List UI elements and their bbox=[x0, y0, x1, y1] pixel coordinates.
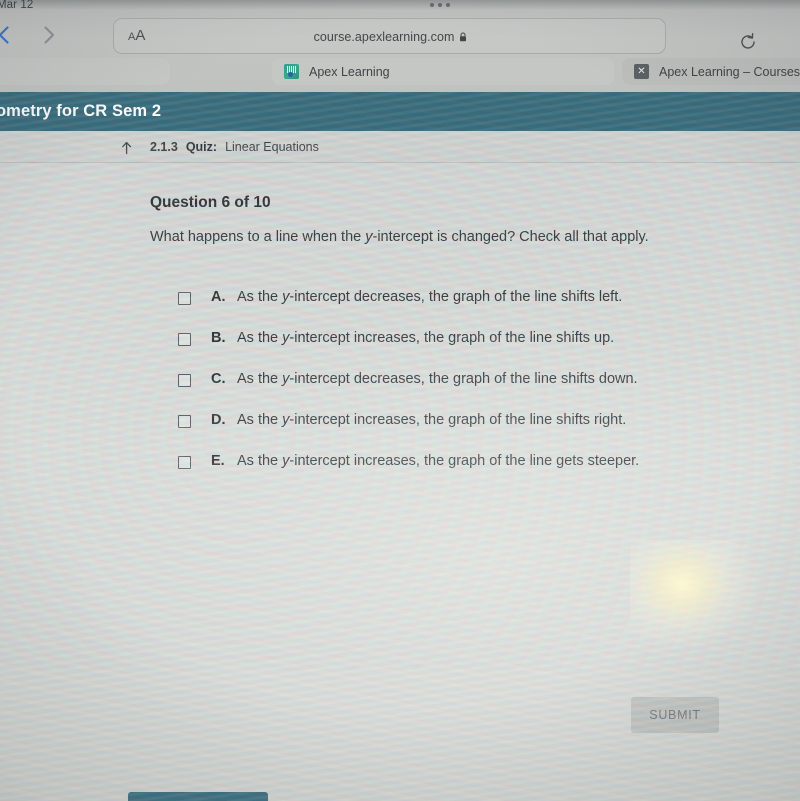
answer-option-a[interactable]: A. As the y-intercept decreases, the gra… bbox=[178, 289, 738, 330]
browser-tab-1[interactable]: oConnect bbox=[0, 58, 170, 85]
address-bar-url: course.apexlearning.com bbox=[313, 30, 455, 44]
status-bar-date: Mar 12 bbox=[0, 0, 34, 11]
option-letter-d: D. bbox=[211, 412, 226, 428]
apex-learning-favicon bbox=[284, 64, 299, 79]
address-bar[interactable]: AA course.apexlearning.com bbox=[113, 18, 666, 54]
option-b-after: -intercept increases, the graph of the l… bbox=[289, 330, 615, 346]
option-text-b: As the y-intercept increases, the graph … bbox=[237, 330, 614, 346]
breadcrumb-number: 2.1.3 bbox=[150, 140, 178, 154]
browser-tab-2-label: Apex Learning bbox=[309, 64, 390, 79]
address-bar-url-row: course.apexlearning.com bbox=[114, 30, 667, 44]
checkbox-d[interactable] bbox=[178, 415, 191, 428]
web-page: ometry for CR Sem 2 2.1.3 Quiz: Linear E… bbox=[0, 92, 800, 801]
question-prompt-after: -intercept is changed? Check all that ap… bbox=[372, 229, 649, 245]
option-c-before: As the bbox=[237, 371, 283, 387]
breadcrumb-type: Quiz: bbox=[185, 140, 218, 154]
breadcrumb-title: Linear Equations bbox=[225, 140, 319, 154]
option-text-c: As the y-intercept decreases, the graph … bbox=[237, 371, 638, 387]
option-letter-e: E. bbox=[211, 453, 225, 469]
answer-options-list: A. As the y-intercept decreases, the gra… bbox=[178, 289, 738, 494]
question-prompt: What happens to a line when the y-interc… bbox=[150, 229, 649, 245]
browser-tab-2[interactable]: Apex Learning bbox=[272, 58, 614, 85]
option-letter-a: A. bbox=[211, 289, 226, 305]
checkbox-c[interactable] bbox=[178, 374, 191, 387]
submit-button[interactable]: SUBMIT bbox=[631, 697, 719, 733]
x-square-favicon: ✕ bbox=[634, 64, 649, 79]
option-text-d: As the y-intercept increases, the graph … bbox=[237, 412, 626, 428]
option-b-before: As the bbox=[237, 330, 283, 346]
course-header-bar: ometry for CR Sem 2 bbox=[0, 92, 800, 131]
chevron-left-icon[interactable] bbox=[0, 22, 17, 48]
browser-tab-3-label: Apex Learning – Courses bbox=[659, 64, 800, 79]
option-e-before: As the bbox=[237, 453, 283, 469]
option-text-a: As the y-intercept decreases, the graph … bbox=[237, 289, 622, 305]
question-prompt-before: What happens to a line when the bbox=[150, 229, 366, 245]
return-arrow-icon[interactable] bbox=[118, 138, 136, 156]
tab-strip: oConnect Apex Learning ✕ Apex Learning –… bbox=[0, 56, 800, 90]
browser-chrome: Mar 12 AA course.apexlearning.com Apex L… bbox=[0, 0, 800, 92]
checkbox-b[interactable] bbox=[178, 333, 191, 346]
browser-nav-row: AA course.apexlearning.com bbox=[0, 14, 800, 56]
option-letter-b: B. bbox=[211, 330, 226, 346]
option-a-after: -intercept decreases, the graph of the l… bbox=[289, 289, 623, 305]
lesson-subheader: 2.1.3 Quiz: Linear Equations bbox=[0, 131, 800, 163]
quiz-content-area: Question 6 of 10 What happens to a line … bbox=[0, 163, 800, 801]
option-d-before: As the bbox=[237, 412, 283, 428]
option-text-e: As the y-intercept increases, the graph … bbox=[237, 453, 639, 469]
lock-icon bbox=[459, 31, 467, 42]
device-screen-photo: Mar 12 AA course.apexlearning.com Apex L… bbox=[0, 0, 800, 801]
breadcrumb: 2.1.3 Quiz: Linear Equations bbox=[118, 138, 319, 156]
answer-option-c[interactable]: C. As the y-intercept decreases, the gra… bbox=[178, 371, 738, 412]
option-e-after: -intercept increases, the graph of the l… bbox=[289, 453, 640, 469]
option-c-after: -intercept decreases, the graph of the l… bbox=[289, 371, 638, 387]
answer-option-b[interactable]: B. As the y-intercept increases, the gra… bbox=[178, 330, 738, 371]
browser-tab-3[interactable]: ✕ Apex Learning – Courses bbox=[622, 58, 800, 85]
question-counter: Question 6 of 10 bbox=[150, 194, 271, 211]
option-a-before: As the bbox=[237, 289, 283, 305]
checkbox-e[interactable] bbox=[178, 456, 191, 469]
reload-icon[interactable] bbox=[738, 32, 758, 52]
bottom-teal-bar bbox=[128, 792, 268, 801]
three-dots-icon[interactable] bbox=[430, 3, 450, 7]
option-d-after: -intercept increases, the graph of the l… bbox=[289, 412, 627, 428]
option-letter-c: C. bbox=[211, 371, 226, 387]
answer-option-e[interactable]: E. As the y-intercept increases, the gra… bbox=[178, 453, 738, 494]
chevron-right-icon[interactable] bbox=[36, 22, 62, 48]
answer-option-d[interactable]: D. As the y-intercept increases, the gra… bbox=[178, 412, 738, 453]
course-title: ometry for CR Sem 2 bbox=[0, 102, 162, 120]
checkbox-a[interactable] bbox=[178, 292, 191, 305]
